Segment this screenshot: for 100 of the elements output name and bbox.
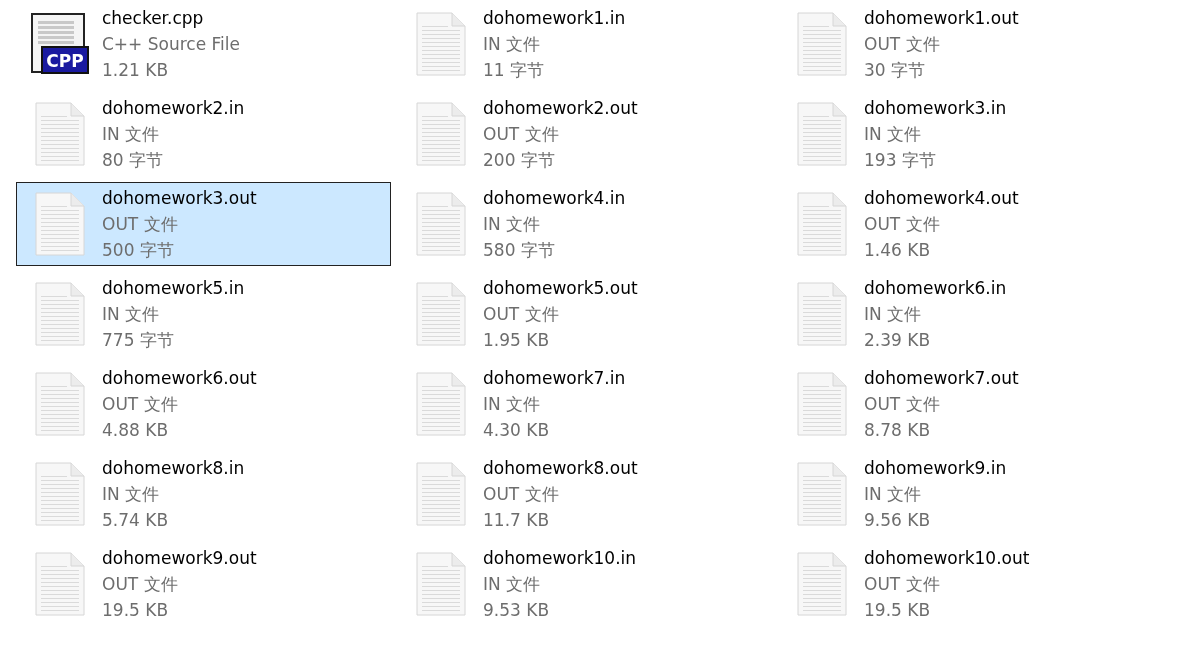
file-item[interactable]: dohomework10.out OUT 文件 19.5 KB — [778, 542, 1153, 626]
file-size: 9.53 KB — [483, 599, 550, 622]
file-size: 9.56 KB — [864, 509, 931, 532]
file-type: C++ Source File — [102, 33, 240, 56]
document-icon — [796, 552, 847, 616]
document-icon — [796, 282, 847, 346]
file-type: IN 文件 — [483, 33, 541, 56]
file-type: IN 文件 — [102, 303, 160, 326]
file-name: dohomework3.in — [864, 97, 1007, 120]
document-icon — [415, 552, 466, 616]
file-type: IN 文件 — [864, 123, 922, 146]
file-size: 8.78 KB — [864, 419, 931, 442]
file-type: IN 文件 — [864, 303, 922, 326]
file-type: IN 文件 — [102, 483, 160, 506]
file-type: IN 文件 — [483, 213, 541, 236]
file-type: OUT 文件 — [102, 393, 178, 416]
file-item[interactable]: dohomework10.in IN 文件 9.53 KB — [397, 542, 772, 626]
document-icon — [796, 192, 847, 256]
file-type: IN 文件 — [864, 483, 922, 506]
file-item[interactable]: dohomework9.in IN 文件 9.56 KB — [778, 452, 1153, 536]
file-name: dohomework3.out — [102, 187, 257, 210]
file-item[interactable]: dohomework4.out OUT 文件 1.46 KB — [778, 182, 1153, 266]
file-size: 19.5 KB — [102, 599, 169, 622]
document-icon — [796, 462, 847, 526]
file-size: 4.88 KB — [102, 419, 169, 442]
file-item[interactable]: dohomework1.out OUT 文件 30 字节 — [778, 2, 1153, 86]
document-icon — [415, 102, 466, 166]
file-size: 2.39 KB — [864, 329, 931, 352]
file-item[interactable]: dohomework4.in IN 文件 580 字节 — [397, 182, 772, 266]
file-type: OUT 文件 — [864, 573, 940, 596]
file-item[interactable]: dohomework7.out OUT 文件 8.78 KB — [778, 362, 1153, 446]
file-name: dohomework9.out — [102, 547, 257, 570]
file-type: IN 文件 — [483, 393, 541, 416]
file-item[interactable]: dohomework6.in IN 文件 2.39 KB — [778, 272, 1153, 356]
file-size: 1.21 KB — [102, 59, 169, 82]
document-icon — [415, 192, 466, 256]
file-type: OUT 文件 — [483, 303, 559, 326]
file-item[interactable]: dohomework8.in IN 文件 5.74 KB — [16, 452, 391, 536]
document-icon — [34, 282, 85, 346]
file-size: 775 字节 — [102, 329, 174, 352]
document-icon — [34, 552, 85, 616]
file-name: dohomework1.in — [483, 7, 626, 30]
file-item[interactable]: dohomework1.in IN 文件 11 字节 — [397, 2, 772, 86]
file-name: dohomework10.in — [483, 547, 637, 570]
file-name: dohomework10.out — [864, 547, 1030, 570]
document-icon — [796, 102, 847, 166]
document-icon — [796, 12, 847, 76]
file-type: IN 文件 — [102, 123, 160, 146]
file-name: dohomework1.out — [864, 7, 1019, 30]
document-icon — [34, 192, 85, 256]
document-icon — [796, 372, 847, 436]
file-name: dohomework7.out — [864, 367, 1019, 390]
file-name: dohomework4.in — [483, 187, 626, 210]
file-size: 500 字节 — [102, 239, 174, 262]
file-name: dohomework5.out — [483, 277, 638, 300]
file-size: 4.30 KB — [483, 419, 550, 442]
file-item[interactable]: dohomework8.out OUT 文件 11.7 KB — [397, 452, 772, 536]
file-size: 193 字节 — [864, 149, 936, 172]
document-icon — [415, 462, 466, 526]
file-type: OUT 文件 — [102, 213, 178, 236]
file-name: dohomework8.out — [483, 457, 638, 480]
file-size: 5.74 KB — [102, 509, 169, 532]
file-size: 80 字节 — [102, 149, 164, 172]
file-item[interactable]: dohomework5.out OUT 文件 1.95 KB — [397, 272, 772, 356]
file-size: 19.5 KB — [864, 599, 931, 622]
file-name: dohomework6.in — [864, 277, 1007, 300]
file-type: OUT 文件 — [102, 573, 178, 596]
file-size: 1.95 KB — [483, 329, 550, 352]
file-name: dohomework2.out — [483, 97, 638, 120]
file-name: dohomework8.in — [102, 457, 245, 480]
file-type: OUT 文件 — [864, 33, 940, 56]
file-type: IN 文件 — [483, 573, 541, 596]
file-name: dohomework2.in — [102, 97, 245, 120]
file-name: dohomework6.out — [102, 367, 257, 390]
file-item[interactable]: dohomework2.in IN 文件 80 字节 — [16, 92, 391, 176]
document-icon — [34, 462, 85, 526]
document-icon — [415, 282, 466, 346]
file-item[interactable]: CPP checker.cpp C++ Source File 1.21 KB — [16, 2, 391, 86]
document-icon — [415, 372, 466, 436]
file-item[interactable]: dohomework7.in IN 文件 4.30 KB — [397, 362, 772, 446]
file-name: dohomework7.in — [483, 367, 626, 390]
file-item[interactable]: dohomework6.out OUT 文件 4.88 KB — [16, 362, 391, 446]
file-size: 11.7 KB — [483, 509, 550, 532]
file-item[interactable]: dohomework2.out OUT 文件 200 字节 — [397, 92, 772, 176]
file-item[interactable]: dohomework5.in IN 文件 775 字节 — [16, 272, 391, 356]
file-name: dohomework9.in — [864, 457, 1007, 480]
file-name: dohomework5.in — [102, 277, 245, 300]
file-name: checker.cpp — [102, 7, 204, 30]
file-item[interactable]: dohomework9.out OUT 文件 19.5 KB — [16, 542, 391, 626]
file-type: OUT 文件 — [483, 123, 559, 146]
document-icon — [34, 372, 85, 436]
file-size: 1.46 KB — [864, 239, 931, 262]
document-icon — [415, 12, 466, 76]
file-type: OUT 文件 — [864, 213, 940, 236]
file-item[interactable]: dohomework3.out OUT 文件 500 字节 — [16, 182, 391, 266]
file-size: 200 字节 — [483, 149, 555, 172]
file-size: 30 字节 — [864, 59, 926, 82]
file-name: dohomework4.out — [864, 187, 1019, 210]
file-item[interactable]: dohomework3.in IN 文件 193 字节 — [778, 92, 1153, 176]
document-icon — [34, 102, 85, 166]
